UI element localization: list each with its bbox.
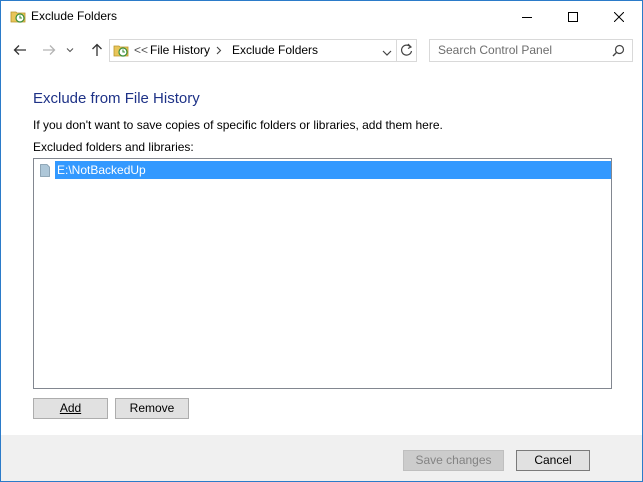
- refresh-button[interactable]: [400, 43, 413, 60]
- exclude-folders-window: Exclude Folders << File History Exclude …: [0, 0, 643, 482]
- add-button[interactable]: Add: [33, 398, 108, 419]
- arrow-up-icon: [92, 43, 102, 56]
- navigation-bar: << File History Exclude Folders Search C…: [1, 33, 642, 67]
- cancel-button-label: Cancel: [534, 453, 572, 467]
- minimize-icon: [522, 16, 532, 18]
- add-button-label: Add: [59, 401, 82, 415]
- chevron-down-icon: [66, 48, 74, 53]
- page-description: If you don't want to save copies of spec…: [33, 118, 443, 132]
- maximize-button[interactable]: [550, 1, 596, 32]
- minimize-button[interactable]: [504, 1, 550, 32]
- search-input[interactable]: Search Control Panel: [429, 39, 633, 62]
- address-bar[interactable]: << File History Exclude Folders: [109, 39, 417, 62]
- up-button[interactable]: [87, 40, 107, 60]
- dialog-footer: Save changes Cancel: [1, 435, 642, 481]
- arrow-right-icon: [43, 45, 56, 55]
- remove-button[interactable]: Remove: [115, 398, 189, 419]
- refresh-icon: [400, 43, 413, 56]
- remove-button-label: Remove: [129, 401, 175, 415]
- excluded-folders-list[interactable]: E:\NotBackedUp: [33, 158, 612, 389]
- file-history-icon: [113, 43, 129, 57]
- title-bar: Exclude Folders: [1, 1, 642, 32]
- address-divider: [396, 40, 397, 61]
- back-button[interactable]: [10, 40, 30, 60]
- cancel-button[interactable]: Cancel: [516, 450, 590, 471]
- breadcrumb-separator-icon[interactable]: [216, 44, 222, 58]
- maximize-icon: [568, 11, 578, 22]
- folder-icon: [40, 164, 50, 177]
- recent-locations-button[interactable]: [63, 40, 77, 60]
- close-icon: [614, 11, 624, 22]
- window-title: Exclude Folders: [31, 9, 118, 23]
- list-item[interactable]: E:\NotBackedUp: [37, 161, 611, 179]
- save-changes-button[interactable]: Save changes: [403, 450, 504, 471]
- search-placeholder: Search Control Panel: [438, 43, 553, 57]
- forward-button[interactable]: [39, 40, 59, 60]
- chevron-down-icon: [382, 50, 392, 56]
- page-title: Exclude from File History: [33, 90, 200, 107]
- breadcrumb-exclude-folders[interactable]: Exclude Folders: [232, 43, 318, 57]
- save-changes-label: Save changes: [415, 453, 492, 467]
- search-icon[interactable]: [612, 44, 625, 60]
- list-item-path[interactable]: E:\NotBackedUp: [55, 161, 611, 179]
- breadcrumb-file-history[interactable]: File History: [150, 43, 210, 57]
- breadcrumb-overflow[interactable]: <<: [134, 43, 148, 57]
- close-button[interactable]: [596, 1, 642, 32]
- arrow-left-icon: [13, 45, 26, 55]
- excluded-list-label: Excluded folders and libraries:: [33, 140, 194, 154]
- file-history-icon: [10, 9, 26, 23]
- address-dropdown-button[interactable]: [382, 46, 392, 60]
